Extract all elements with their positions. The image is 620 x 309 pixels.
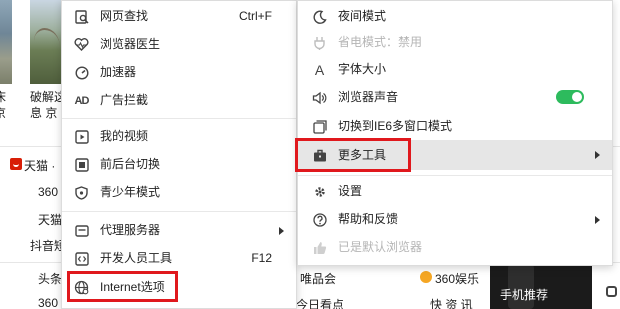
- main-menu: 网页查找 Ctrl+F 浏览器医生 加速器 AD 广告拦截 我的视频 前后台切换…: [61, 0, 297, 309]
- ad-block-icon: AD: [74, 94, 90, 107]
- menu-item-proxy-server[interactable]: 代理服务器: [62, 217, 296, 243]
- menu-item-label: 加速器: [100, 65, 137, 79]
- menu-separator: [62, 211, 296, 212]
- find-page-icon: [74, 9, 89, 24]
- news-headline[interactable]: 床: [0, 88, 6, 105]
- phone-promo-label: 手机推荐: [500, 288, 549, 302]
- menu-item-teen-mode[interactable]: 青少年模式: [62, 179, 296, 205]
- help-icon: [312, 212, 327, 227]
- menu-item-default-browser: 已是默认浏览器: [298, 234, 612, 260]
- menu-item-ie6-multi-window[interactable]: 切换到IE6多窗口模式: [298, 113, 612, 139]
- plug-icon: [312, 35, 327, 50]
- menu-item-label: 帮助和反馈: [338, 212, 399, 226]
- font-size-icon: A: [314, 61, 325, 78]
- highlight-internet-options: [67, 271, 178, 302]
- code-icon: [74, 251, 89, 266]
- site-link[interactable]: 头条: [38, 270, 62, 287]
- settings-submenu: 夜间模式 省电模式：禁用 A 字体大小 浏览器声音 切换到IE6多窗口模式 更多…: [295, 0, 613, 266]
- sound-toggle-switch[interactable]: [556, 90, 584, 104]
- site-link[interactable]: 360娱乐: [435, 270, 479, 287]
- camera-icon[interactable]: [606, 286, 617, 297]
- menu-item-label: 字体大小: [338, 62, 387, 76]
- video-play-icon: [74, 129, 89, 144]
- menu-item-label: 已是默认浏览器: [338, 240, 423, 254]
- site-link[interactable]: 天猫: [38, 211, 62, 228]
- highlight-more-tools: [295, 138, 411, 172]
- news-thumbnail[interactable]: [0, 0, 12, 84]
- site-link[interactable]: 快 资 讯: [430, 296, 473, 309]
- menu-item-label: 设置: [338, 184, 363, 198]
- menu-item-label: 浏览器医生: [100, 37, 161, 51]
- multi-window-icon: [312, 119, 327, 134]
- emoji-face-icon: [420, 271, 432, 283]
- proxy-icon: [74, 223, 89, 238]
- menu-item-settings[interactable]: 设置: [298, 178, 612, 204]
- submenu-arrow-icon: [595, 151, 600, 159]
- site-link[interactable]: 天猫 ·: [24, 157, 55, 174]
- shortcut-label: F12: [251, 251, 272, 265]
- menu-item-label: 青少年模式: [100, 185, 161, 199]
- menu-item-developer-tools[interactable]: 开发人员工具 F12: [62, 245, 296, 271]
- moon-icon: [312, 9, 327, 24]
- menu-item-power-saving: 省电模式：禁用: [298, 29, 612, 55]
- menu-item-accelerator[interactable]: 加速器: [62, 59, 296, 85]
- menu-item-my-videos[interactable]: 我的视频: [62, 123, 296, 149]
- menu-item-night-mode[interactable]: 夜间模式: [298, 3, 612, 29]
- switch-window-icon: [74, 157, 89, 172]
- menu-item-label: 代理服务器: [100, 223, 161, 237]
- thumbs-up-icon: [312, 240, 327, 255]
- menu-item-browser-sound[interactable]: 浏览器声音: [298, 84, 612, 110]
- menu-item-foreground-background-switch[interactable]: 前后台切换: [62, 151, 296, 177]
- menu-item-label: 开发人员工具: [100, 251, 173, 265]
- menu-separator: [298, 175, 612, 176]
- news-headline[interactable]: 京: [0, 104, 6, 121]
- shield-icon: [74, 185, 89, 200]
- site-link[interactable]: 360: [38, 296, 58, 309]
- doctor-heart-icon: [74, 37, 89, 52]
- news-headline[interactable]: 息 京: [30, 104, 57, 121]
- menu-item-browser-doctor[interactable]: 浏览器医生: [62, 31, 296, 57]
- menu-item-label: 省电模式：禁用: [338, 35, 423, 49]
- submenu-arrow-icon: [279, 227, 284, 235]
- menu-item-help-feedback[interactable]: 帮助和反馈: [298, 206, 612, 232]
- tmall-icon: [10, 158, 22, 170]
- shortcut-label: Ctrl+F: [239, 9, 272, 23]
- speedometer-icon: [74, 65, 89, 80]
- gear-icon: [312, 184, 327, 199]
- menu-separator: [62, 118, 296, 119]
- menu-item-label: 夜间模式: [338, 9, 387, 23]
- menu-item-label: 广告拦截: [100, 93, 149, 107]
- submenu-arrow-icon: [595, 216, 600, 224]
- menu-item-label: 浏览器声音: [338, 90, 399, 104]
- speaker-icon: [312, 90, 327, 105]
- menu-item-label: 网页查找: [100, 9, 149, 23]
- menu-item-label: 我的视频: [100, 129, 149, 143]
- site-link[interactable]: 唯品会: [300, 270, 336, 287]
- site-link[interactable]: 360: [38, 185, 58, 199]
- phone-promo[interactable]: 手机推荐: [490, 264, 592, 309]
- menu-item-label: 切换到IE6多窗口模式: [338, 119, 453, 133]
- menu-item-label: 前后台切换: [100, 157, 161, 171]
- menu-item-find-in-page[interactable]: 网页查找 Ctrl+F: [62, 3, 296, 29]
- menu-item-ad-block[interactable]: AD 广告拦截: [62, 87, 296, 113]
- site-link[interactable]: 今日看点: [296, 296, 344, 309]
- menu-item-font-size[interactable]: A 字体大小: [298, 56, 612, 82]
